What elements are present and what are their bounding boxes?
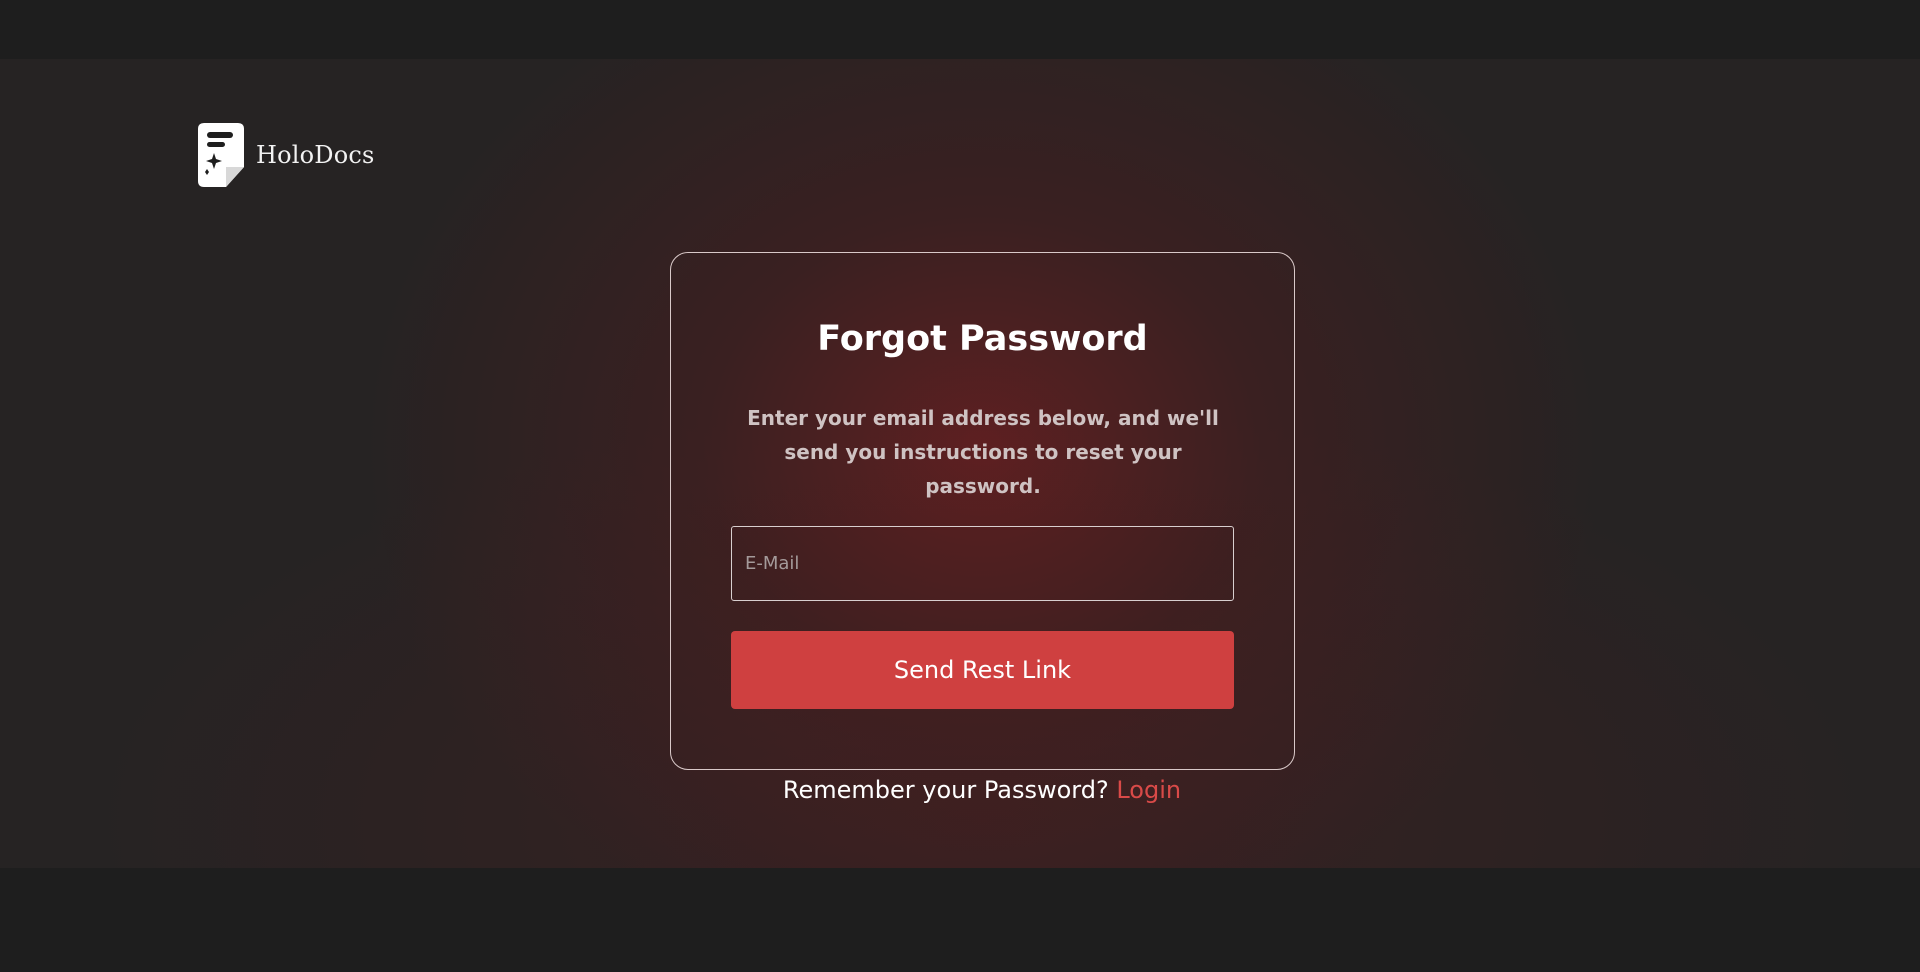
brand-name: HoloDocs xyxy=(256,141,375,169)
brand-logo[interactable]: HoloDocs xyxy=(198,123,375,187)
document-sparkle-icon xyxy=(198,123,244,187)
instructions-text: Enter your email address below, and we'l… xyxy=(747,406,1219,498)
login-prompt: Remember your Password? Login xyxy=(0,776,1920,804)
login-link[interactable]: Login xyxy=(1116,776,1181,804)
page-background: HoloDocs Forgot Password Enter your emai… xyxy=(0,59,1920,868)
send-reset-link-button[interactable]: Send Rest Link xyxy=(731,631,1234,709)
email-field[interactable] xyxy=(731,526,1234,601)
forgot-password-card: Forgot Password Enter your email address… xyxy=(670,252,1295,770)
remember-password-text: Remember your Password? xyxy=(782,776,1109,804)
page-title: Forgot Password xyxy=(817,319,1148,359)
